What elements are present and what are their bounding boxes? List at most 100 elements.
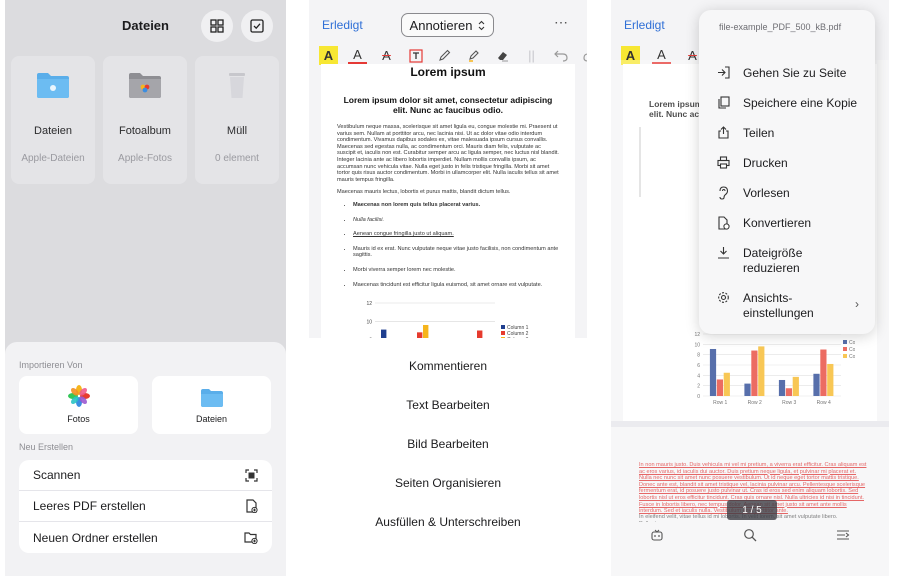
more-menu-screen: Erledigt A A A Lorem ipsum dolor sit ame… [611, 0, 889, 576]
done-button[interactable]: Erledigt [322, 18, 363, 32]
doc-bullet: Nulla facilisi. [353, 217, 559, 224]
doc-paragraph: Vestibulum neque massa, scelerisque sit … [337, 124, 559, 183]
grid-view-button[interactable] [201, 10, 233, 42]
menu-read-aloud[interactable]: Vorlesen [715, 186, 863, 201]
bottom-toolbar [611, 522, 889, 576]
printer-icon [715, 156, 731, 169]
menu-label: Vorlesen [743, 186, 790, 200]
tile-files[interactable]: Dateien Apple-Dateien [11, 56, 95, 184]
y-tick-label: 10 [366, 319, 372, 325]
menu-label: Speichere eine Kopie [743, 96, 858, 110]
new-document-icon [246, 499, 258, 513]
import-sheet: Importieren Von Fotos Dateien Neu Erstel… [5, 342, 286, 576]
mode-selector[interactable]: Annotieren [401, 13, 494, 37]
menu-print[interactable]: Drucken [715, 156, 863, 171]
trash-icon [229, 73, 245, 98]
mode-label: Annotieren [409, 17, 473, 33]
tile-label: Dateien [34, 125, 72, 137]
download-icon [715, 246, 731, 259]
menu-fill-sign[interactable]: Ausfüllen & Unterschreiben [309, 502, 587, 541]
menu-go-to-page[interactable]: Gehen Sie zu Seite [715, 66, 863, 81]
photo-folder-icon [129, 73, 161, 98]
folder-icon [37, 73, 69, 98]
doc-bullet: Morbi viverra semper lorem nec molestie. [353, 267, 559, 274]
menu-edit-text[interactable]: Text Bearbeiten [309, 385, 587, 424]
pen-icon[interactable] [435, 46, 454, 65]
list-item-label: Leeres PDF erstellen [33, 499, 146, 513]
file-name: file-example_PDF_500_kB.pdf [719, 22, 842, 32]
gear-icon [715, 291, 731, 304]
legend-swatch [501, 325, 505, 330]
tile-sublabel: Apple-Dateien [21, 153, 85, 164]
ear-icon [715, 186, 731, 200]
undo-icon[interactable] [551, 46, 570, 65]
menu-label: Drucken [743, 156, 788, 170]
underline-icon[interactable]: A [348, 47, 367, 64]
new-pdf-item[interactable]: Leeres PDF erstellen [19, 491, 272, 522]
select-button[interactable] [241, 10, 273, 42]
list-item-label: Neuen Ordner erstellen [33, 530, 158, 545]
y-tick-label: 12 [366, 301, 372, 307]
tile-label: Müll [226, 125, 248, 137]
tile-sublabel: 0 element [215, 153, 259, 164]
eraser-icon[interactable] [493, 46, 512, 65]
chevron-right-icon: › [855, 297, 859, 311]
go-to-page-icon [715, 66, 731, 79]
strikethrough-icon[interactable]: A [377, 46, 396, 65]
search-icon[interactable] [743, 528, 757, 547]
redo-icon[interactable] [580, 46, 587, 65]
grid-icon [210, 19, 224, 33]
doc-bullet: Maecenas tincidunt est efficitur ligula … [353, 282, 559, 289]
menu-label: Teilen [743, 126, 775, 140]
done-button[interactable]: Erledigt [624, 18, 665, 32]
doc-bullet: Mauris id ex erat. Nunc vulputate neque … [353, 246, 559, 259]
more-button[interactable]: ⋯ [554, 14, 569, 31]
list-item-label: Scannen [33, 468, 81, 482]
menu-organize-pages[interactable]: Seiten Organisieren [309, 463, 587, 502]
menu-reduce-size[interactable]: Dateigröße reduzieren [715, 246, 863, 276]
annotation-toolbar: A A A || [319, 46, 587, 65]
tile-label: Fotoalbum [119, 125, 171, 137]
menu-label: Dateigröße reduzieren [743, 246, 803, 275]
marker-icon[interactable] [464, 46, 483, 65]
pdf-page[interactable]: Lorem ipsum Lorem ipsum dolor sit amet, … [321, 64, 575, 345]
scan-icon [245, 468, 258, 482]
import-label: Dateien [195, 414, 228, 424]
photos-icon [68, 385, 90, 407]
annotate-screen: Erledigt Annotieren ⋯ A A A || Lorem ips… [309, 0, 587, 576]
legend-swatch [501, 331, 505, 336]
menu-comment[interactable]: Kommentieren [309, 346, 587, 385]
import-label: Fotos [67, 414, 90, 424]
import-photos-button[interactable]: Fotos [19, 376, 138, 434]
textbox-icon[interactable] [406, 46, 425, 65]
checkbox-icon [250, 19, 264, 33]
files-screen: Dateien Dateien Apple-Dateien Fotoalbum … [5, 0, 286, 576]
ai-assistant-icon[interactable] [650, 528, 664, 547]
menu-convert[interactable]: Konvertieren [715, 216, 863, 231]
menu-label: Gehen Sie zu Seite [743, 66, 847, 80]
outline-icon[interactable] [836, 528, 850, 547]
chevron-up-down-icon [479, 20, 485, 30]
import-heading: Importieren Von [19, 360, 83, 370]
share-icon [715, 126, 731, 139]
doc-bullet: Aenean congue fringilla justo ut aliquam… [353, 231, 559, 238]
doc-heading: Lorem ipsum [410, 65, 486, 79]
menu-label: Ansichts-einstellungen [743, 291, 814, 320]
tile-photo-album[interactable]: Fotoalbum Apple-Fotos [103, 56, 187, 184]
menu-edit-image[interactable]: Bild Bearbeiten [309, 424, 587, 463]
copy-icon [715, 96, 731, 109]
new-folder-item[interactable]: Neuen Ordner erstellen [19, 522, 272, 553]
highlight-icon[interactable]: A [319, 46, 338, 65]
create-heading: Neu Erstellen [19, 442, 74, 452]
page-indicator: 1 / 5 [727, 500, 777, 520]
import-files-button[interactable]: Dateien [152, 376, 271, 434]
new-folder-icon [244, 532, 258, 544]
tile-trash[interactable]: Müll 0 element [195, 56, 279, 184]
folder-icon [201, 389, 223, 407]
more-menu: file-example_PDF_500_kB.pdf Gehen Sie zu… [699, 10, 875, 334]
menu-share[interactable]: Teilen [715, 126, 863, 141]
menu-view-settings[interactable]: Ansichts-einstellungen › [715, 291, 863, 321]
menu-save-copy[interactable]: Speichere eine Kopie [715, 96, 863, 111]
scan-item[interactable]: Scannen [19, 460, 272, 491]
separator-icon: || [528, 48, 535, 63]
